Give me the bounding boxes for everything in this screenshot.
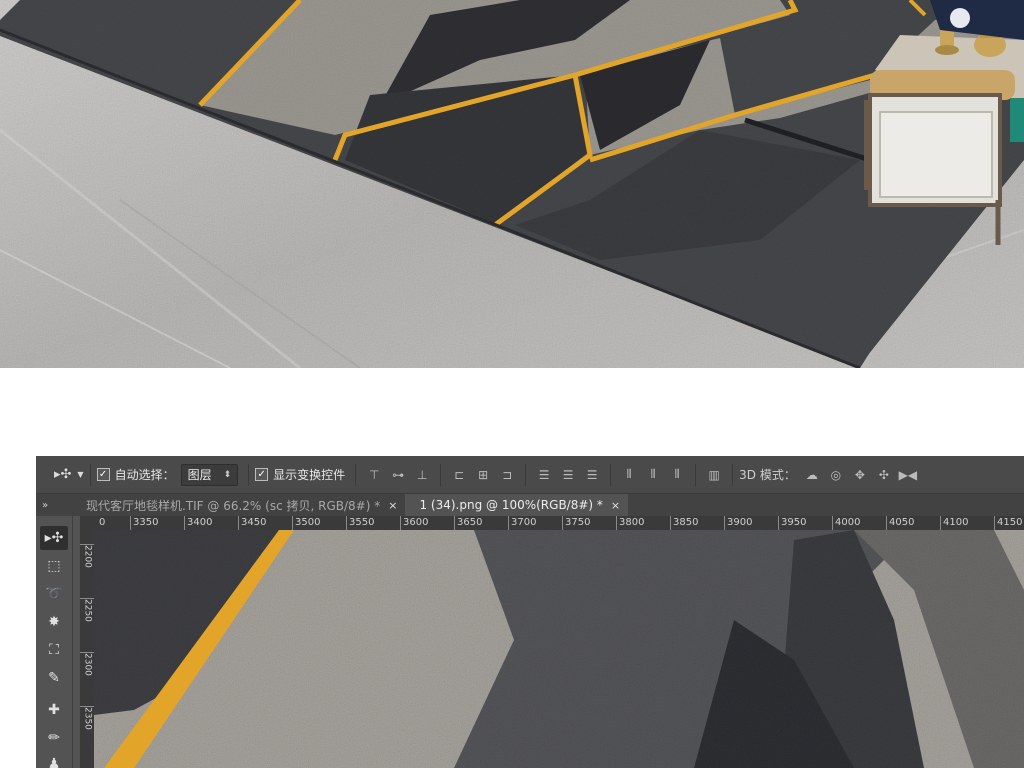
rug-room-photo: [0, 0, 1024, 368]
auto-select-label: 自动选择：: [114, 468, 175, 482]
3d-drag-icon[interactable]: ✥: [852, 467, 868, 483]
3d-scale-icon[interactable]: ▶◀: [899, 467, 917, 483]
3d-roll-icon[interactable]: ◎: [828, 467, 844, 483]
ruler-tick: 3350: [130, 516, 158, 530]
distribute-vcenter-icon[interactable]: ☰: [560, 467, 576, 483]
close-icon[interactable]: ×: [388, 499, 397, 512]
ruler-tick: 2350: [80, 706, 94, 733]
ruler-tick: 3850: [670, 516, 698, 530]
ruler-tick: 3800: [616, 516, 644, 530]
spacer: [0, 368, 1024, 456]
eyedropper-button[interactable]: ✎: [40, 666, 68, 690]
magic-wand-button[interactable]: ✸: [40, 610, 68, 634]
marquee-tool-button[interactable]: ⬚: [40, 554, 68, 578]
ruler-tick: 3950: [778, 516, 806, 530]
crop-tool-icon: ⛶: [49, 642, 59, 658]
ruler-tick: 3700: [508, 516, 536, 530]
divider: [440, 463, 442, 486]
divider: [248, 463, 250, 486]
3d-slide-icon[interactable]: ✣: [876, 467, 892, 483]
marquee-tool-icon: ⬚: [47, 558, 61, 574]
divider: [89, 463, 91, 486]
divider: [525, 463, 527, 486]
ruler-tick: 4050: [886, 516, 914, 530]
ruler-tick-label: 2200: [82, 545, 93, 568]
distribute-top-icon[interactable]: ☰: [536, 467, 552, 483]
align-hcenter-icon[interactable]: ⊞: [475, 467, 491, 483]
healing-brush-icon: ✚: [48, 702, 60, 718]
vertical-ruler[interactable]: 2200 2250 2300 2350: [80, 530, 94, 768]
lasso-tool-icon: ➰: [45, 586, 63, 602]
magic-wand-icon: ✸: [48, 614, 60, 630]
lasso-tool-button[interactable]: ➰: [40, 582, 68, 606]
ruler-tick: 2250: [80, 598, 94, 625]
healing-brush-button[interactable]: ✚: [40, 698, 68, 722]
brush-tool-button[interactable]: ✏: [40, 726, 68, 750]
ruler-tick: 4100: [940, 516, 968, 530]
document-canvas[interactable]: [94, 530, 1024, 768]
ruler-tick: 0: [98, 516, 105, 530]
align-bottom-icon[interactable]: ⊥: [414, 467, 430, 483]
distribute-right-icon[interactable]: ⫴: [669, 467, 685, 483]
tab-document-2[interactable]: 1 (34).png @ 100%(RGB/8#) * ×: [405, 494, 629, 516]
brush-tool-icon: ✏: [48, 730, 60, 746]
tab-label: 1 (34).png @ 100%(RGB/8#) *: [419, 498, 603, 512]
collapse-panels-icon[interactable]: »: [36, 494, 54, 516]
divider: [355, 463, 357, 486]
show-transform-checkbox[interactable]: ✓: [255, 468, 269, 481]
stamp-tool-button[interactable]: ♟: [40, 752, 68, 768]
document-tab-bar: » 现代客厅地毯样机.TIF @ 66.2% (sc 拷贝, RGB/8#) *…: [36, 494, 1024, 516]
show-transform-label: 显示变换控件: [273, 468, 346, 482]
ruler-tick: 3900: [724, 516, 752, 530]
ruler-tick: 2200: [80, 544, 94, 571]
ruler-corner: [80, 516, 98, 530]
auto-align-icon[interactable]: ▥: [706, 467, 722, 483]
photoshop-window: ▸✣ ▼ ✓ 自动选择： 图层 ⬍ ✓ 显示变换控件 ⊤ ⊶ ⊥ ⊏ ⊞ ⊐ ☰…: [36, 456, 1024, 768]
auto-select-checkbox[interactable]: ✓: [96, 468, 110, 481]
move-tool-icon[interactable]: ▸✣: [54, 467, 71, 482]
align-right-icon[interactable]: ⊐: [499, 467, 515, 483]
ruler-tick-label: 2350: [82, 707, 93, 730]
close-icon[interactable]: ×: [611, 499, 620, 512]
ruler-tick: 3600: [400, 516, 428, 530]
ruler-tick: 3500: [292, 516, 320, 530]
move-tool-icon: ▸✣: [44, 530, 64, 546]
tab-document-1[interactable]: 现代客厅地毯样机.TIF @ 66.2% (sc 拷贝, RGB/8#) * ×: [72, 494, 406, 516]
eyedropper-icon: ✎: [48, 670, 60, 686]
ruler-tick: 2300: [80, 652, 94, 679]
ruler-tick: 4000: [832, 516, 860, 530]
ruler-tick: 3400: [184, 516, 212, 530]
distribute-hcenter-icon[interactable]: ⫴: [645, 467, 661, 483]
distribute-left-icon[interactable]: ⫴: [621, 467, 637, 483]
ruler-tick: 3550: [346, 516, 374, 530]
ruler-tick: 3650: [454, 516, 482, 530]
mode-3d-label: 3D 模式：: [739, 468, 796, 482]
tools-panel: ▸✣ ⬚ ➰ ✸ ⛶ ✎ ✚ ✏ ♟: [36, 516, 73, 768]
ruler-tick: 4150: [994, 516, 1022, 530]
divider: [695, 463, 697, 486]
move-tool-button[interactable]: ▸✣: [40, 526, 68, 550]
stamp-tool-icon: ♟: [47, 756, 61, 768]
divider: [732, 463, 734, 486]
layer-select-dropdown[interactable]: 图层 ⬍: [180, 463, 239, 486]
3d-orbit-icon[interactable]: ☁: [804, 467, 820, 483]
align-vcenter-icon[interactable]: ⊶: [390, 467, 406, 483]
align-top-icon[interactable]: ⊤: [366, 467, 382, 483]
tool-preset-dropdown-icon[interactable]: ▼: [77, 470, 83, 479]
ruler-tick-label: 2300: [82, 653, 93, 676]
ruler-tick-label: 2250: [82, 599, 93, 622]
ruler-tick: 3450: [238, 516, 266, 530]
ruler-tick: 3750: [562, 516, 590, 530]
chevron-updown-icon: ⬍: [223, 469, 232, 480]
divider: [610, 463, 612, 486]
distribute-bottom-icon[interactable]: ☰: [584, 467, 600, 483]
layer-select-value: 图层: [187, 468, 212, 482]
tab-label: 现代客厅地毯样机.TIF @ 66.2% (sc 拷贝, RGB/8#) *: [86, 498, 381, 513]
align-left-icon[interactable]: ⊏: [451, 467, 467, 483]
options-bar: ▸✣ ▼ ✓ 自动选择： 图层 ⬍ ✓ 显示变换控件 ⊤ ⊶ ⊥ ⊏ ⊞ ⊐ ☰…: [36, 456, 1024, 494]
crop-tool-button[interactable]: ⛶: [40, 638, 68, 662]
horizontal-ruler[interactable]: 0 3350 3400 3450 3500 3550 3600 3650 370…: [98, 516, 1024, 530]
